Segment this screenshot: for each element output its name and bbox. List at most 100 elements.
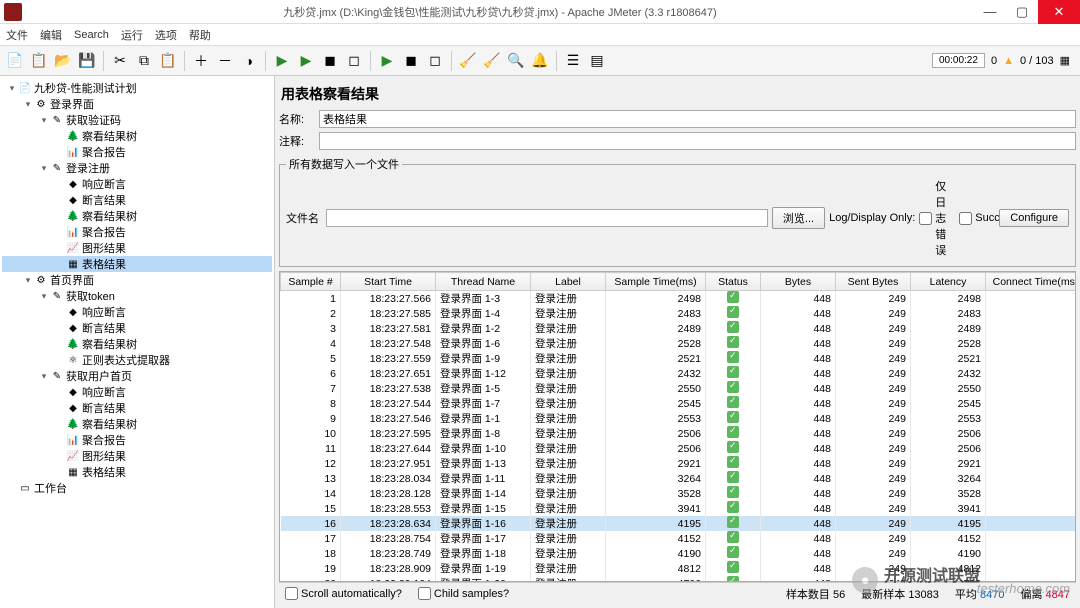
cut-icon[interactable]: ✂ <box>109 50 131 72</box>
stop-icon[interactable]: ◼ <box>319 50 341 72</box>
tree-node[interactable]: ⚛正则表达式提取器 <box>2 352 272 368</box>
tree-node[interactable]: ▦表格结果 <box>2 256 272 272</box>
remote-shutdown-icon[interactable]: ◻ <box>424 50 446 72</box>
search-icon[interactable]: 🔍 <box>505 50 527 72</box>
menu-帮助[interactable]: 帮助 <box>189 27 211 43</box>
paste-icon[interactable]: 📋 <box>157 50 179 72</box>
col-header[interactable]: Sent Bytes <box>836 273 911 291</box>
col-header[interactable]: Sample # <box>281 273 341 291</box>
clear-icon[interactable]: 🧹 <box>457 50 479 72</box>
run-nopause-icon[interactable]: ▶ <box>295 50 317 72</box>
tree-node[interactable]: ▾✎获取用户首页 <box>2 368 272 384</box>
tree-node[interactable]: ▾📄九秒贷-性能测试计划 <box>2 80 272 96</box>
table-row[interactable]: 1118:23:27.644登录界面 1-10登录注册2506448249250… <box>281 441 1077 456</box>
tree-node[interactable]: 📊聚合报告 <box>2 224 272 240</box>
table-row[interactable]: 118:23:27.566登录界面 1-3登录注册249844824924980 <box>281 291 1077 307</box>
tree-node[interactable]: ▦表格结果 <box>2 464 272 480</box>
col-header[interactable]: Sample Time(ms) <box>606 273 706 291</box>
menu-编辑[interactable]: 编辑 <box>40 27 62 43</box>
col-header[interactable]: Thread Name <box>436 273 531 291</box>
tree-node[interactable]: ▾✎获取token <box>2 288 272 304</box>
menu-运行[interactable]: 运行 <box>121 27 143 43</box>
table-row[interactable]: 1718:23:28.754登录界面 1-17登录注册4152448249415… <box>281 531 1077 546</box>
table-row[interactable]: 218:23:27.585登录界面 1-4登录注册248344824924830 <box>281 306 1077 321</box>
remote-stop-icon[interactable]: ◼ <box>400 50 422 72</box>
tree-node[interactable]: ▾⚙首页界面 <box>2 272 272 288</box>
table-row[interactable]: 618:23:27.651登录界面 1-12登录注册24324482492432… <box>281 366 1077 381</box>
open-icon[interactable]: 📂 <box>52 50 74 72</box>
results-table-wrap[interactable]: Sample #Start TimeThread NameLabelSample… <box>279 271 1076 582</box>
table-row[interactable]: 1918:23:28.909登录界面 1-19登录注册4812448249481… <box>281 561 1077 576</box>
tree-node[interactable]: 📊聚合报告 <box>2 432 272 448</box>
table-row[interactable]: 1618:23:28.634登录界面 1-16登录注册4195448249419… <box>281 516 1077 531</box>
shutdown-icon[interactable]: ◻ <box>343 50 365 72</box>
close-button[interactable]: ✕ <box>1038 0 1080 24</box>
tree-node[interactable]: 🌲察看结果树 <box>2 208 272 224</box>
table-row[interactable]: 918:23:27.546登录界面 1-1登录注册255344824925530 <box>281 411 1077 426</box>
menu-选项[interactable]: 选项 <box>155 27 177 43</box>
child-samples-check[interactable]: Child samples? <box>418 587 509 600</box>
table-row[interactable]: 1218:23:27.951登录界面 1-13登录注册2921448249292… <box>281 456 1077 471</box>
scroll-auto-check[interactable]: Scroll automatically? <box>285 587 402 600</box>
tree-node[interactable]: 📈图形结果 <box>2 448 272 464</box>
help-icon[interactable]: ☰ <box>562 50 584 72</box>
fn-icon[interactable]: 🔔 <box>529 50 551 72</box>
toggle-icon[interactable]: ◑ <box>238 50 260 72</box>
table-row[interactable]: 1818:23:28.749登录界面 1-18登录注册4190448249419… <box>281 546 1077 561</box>
template-icon[interactable]: 📋 <box>28 50 50 72</box>
table-row[interactable]: 318:23:27.581登录界面 1-2登录注册248944824924890 <box>281 321 1077 336</box>
tree-node[interactable]: ◆断言结果 <box>2 400 272 416</box>
collapse-icon[interactable]: － <box>214 50 236 72</box>
table-row[interactable]: 1018:23:27.595登录界面 1-8登录注册25064482492506… <box>281 426 1077 441</box>
successes-check[interactable]: Successes <box>959 212 995 225</box>
remote-start-icon[interactable]: ▶ <box>376 50 398 72</box>
save-icon[interactable]: 💾 <box>76 50 98 72</box>
col-header[interactable]: Start Time <box>341 273 436 291</box>
table-row[interactable]: 518:23:27.559登录界面 1-9登录注册252144824925210 <box>281 351 1077 366</box>
copy-icon[interactable]: ⧉ <box>133 50 155 72</box>
tree-node[interactable]: ▭工作台 <box>2 480 272 496</box>
tree-node[interactable]: 🌲察看结果树 <box>2 336 272 352</box>
file-input[interactable] <box>326 209 768 227</box>
table-row[interactable]: 1418:23:28.128登录界面 1-14登录注册3528448249352… <box>281 486 1077 501</box>
new-icon[interactable]: 📄 <box>4 50 26 72</box>
configure-button[interactable]: Configure <box>999 209 1069 227</box>
table-row[interactable]: 1318:23:28.034登录界面 1-11登录注册3264448249326… <box>281 471 1077 486</box>
err-only-check[interactable]: 仅日志错误 <box>919 178 955 258</box>
table-row[interactable]: 818:23:27.544登录界面 1-7登录注册254544824925450 <box>281 396 1077 411</box>
tree-node[interactable]: ◆断言结果 <box>2 320 272 336</box>
col-header[interactable]: Status <box>706 273 761 291</box>
tree-node[interactable]: ◆响应断言 <box>2 176 272 192</box>
menu-search[interactable]: Search <box>74 29 109 41</box>
tree-node[interactable]: 📊聚合报告 <box>2 144 272 160</box>
minimize-button[interactable]: — <box>974 0 1006 24</box>
menu-文件[interactable]: 文件 <box>6 27 28 43</box>
test-plan-tree[interactable]: ▾📄九秒贷-性能测试计划▾⚙登录界面▾✎获取验证码🌲察看结果树📊聚合报告▾✎登录… <box>0 76 275 608</box>
tree-node[interactable]: 🌲察看结果树 <box>2 128 272 144</box>
table-row[interactable]: 718:23:27.538登录界面 1-5登录注册255044824925500 <box>281 381 1077 396</box>
table-row[interactable]: 418:23:27.548登录界面 1-6登录注册252844824925280 <box>281 336 1077 351</box>
col-header[interactable]: Label <box>531 273 606 291</box>
status-ok-icon <box>727 531 739 543</box>
tree-node[interactable]: ▾⚙登录界面 <box>2 96 272 112</box>
table-row[interactable]: 1518:23:28.553登录界面 1-15登录注册3941448249394… <box>281 501 1077 516</box>
maximize-button[interactable]: ▢ <box>1006 0 1038 24</box>
tree-node[interactable]: ◆响应断言 <box>2 384 272 400</box>
expand-icon[interactable]: ＋ <box>190 50 212 72</box>
tree-node[interactable]: ◆响应断言 <box>2 304 272 320</box>
node-icon: ⚙ <box>34 273 48 287</box>
col-header[interactable]: Connect Time(ms) <box>986 273 1077 291</box>
tree-node[interactable]: ▾✎登录注册 <box>2 160 272 176</box>
tree-node[interactable]: ▾✎获取验证码 <box>2 112 272 128</box>
tree-node[interactable]: ◆断言结果 <box>2 192 272 208</box>
tree-node[interactable]: 📈图形结果 <box>2 240 272 256</box>
clear-all-icon[interactable]: 🧹 <box>481 50 503 72</box>
comment-input[interactable] <box>319 132 1076 150</box>
name-input[interactable] <box>319 110 1076 128</box>
tree-node[interactable]: 🌲察看结果树 <box>2 416 272 432</box>
browse-button[interactable]: 浏览... <box>772 207 825 229</box>
run-icon[interactable]: ▶ <box>271 50 293 72</box>
col-header[interactable]: Bytes <box>761 273 836 291</box>
templates-icon[interactable]: ▤ <box>586 50 608 72</box>
col-header[interactable]: Latency <box>911 273 986 291</box>
